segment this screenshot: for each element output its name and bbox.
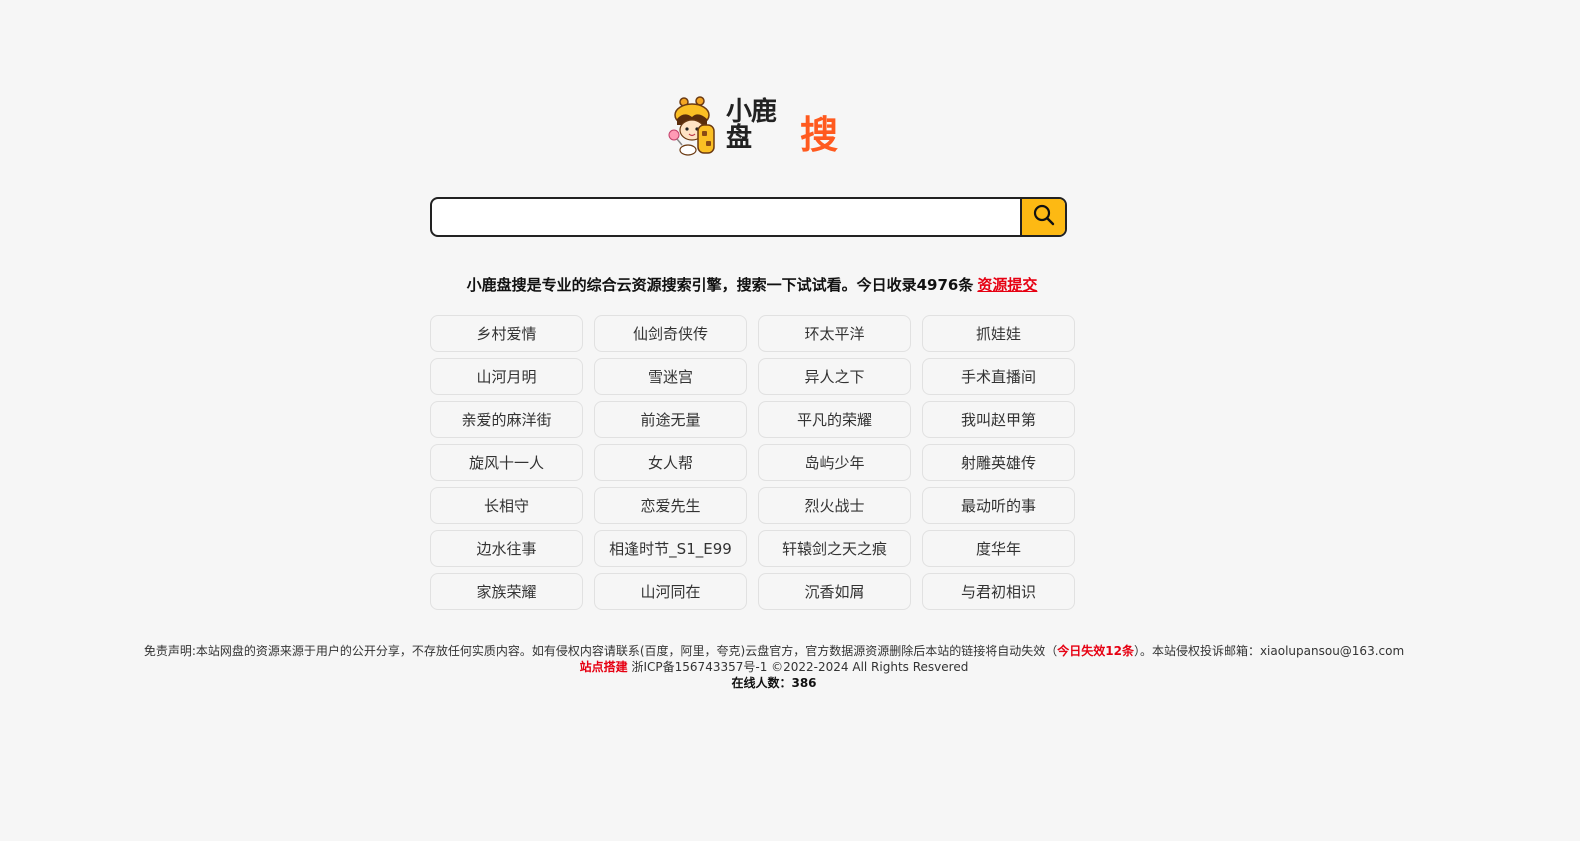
site-tagline: 小鹿盘搜是专业的综合云资源搜索引擎，搜索一下试试看。今日收录4976条 资源提交	[0, 274, 1504, 295]
hot-keyword[interactable]: 异人之下	[758, 358, 911, 395]
hot-keyword[interactable]: 沉香如屑	[758, 573, 911, 610]
hot-keyword[interactable]: 射雕英雄传	[922, 444, 1075, 481]
hot-keyword[interactable]: 相逢时节_S1_E99	[594, 530, 747, 567]
hot-keyword[interactable]: 与君初相识	[922, 573, 1075, 610]
hot-keyword[interactable]: 度华年	[922, 530, 1075, 567]
logo-text-big: 搜	[799, 112, 838, 157]
disclaimer-line: 免责声明:本站网盘的资源来源于用户的公开分享，不存放任何实质内容。如有侵权内容请…	[0, 643, 1548, 659]
hot-keyword[interactable]: 岛屿少年	[758, 444, 911, 481]
hot-keyword[interactable]: 乡村爱情	[430, 315, 583, 352]
site-logo[interactable]: 小鹿盘 搜	[668, 94, 838, 158]
hot-keyword[interactable]: 雪迷宫	[594, 358, 747, 395]
disclaimer-suffix: ）。本站侵权投诉邮箱：xiaolupansou@163.com	[1133, 644, 1405, 658]
tagline-text: 小鹿盘搜是专业的综合云资源搜索引擎，搜索一下试试看。今日收录4976条	[466, 276, 974, 294]
giraffe-mascot-icon	[668, 95, 724, 157]
hot-keyword[interactable]: 抓娃娃	[922, 315, 1075, 352]
page: 小鹿盘 搜 小鹿盘搜是专业的综合云资源搜索引擎，搜索一下试试看。今日收录4976…	[0, 0, 1580, 841]
icp-copyright: 浙ICP备156743357号-1 ©2022-2024 All Rights …	[631, 660, 969, 674]
search-input[interactable]	[432, 199, 1020, 235]
expired-today-count: 今日失效12条	[1057, 644, 1134, 658]
disclaimer-prefix: 免责声明:本站网盘的资源来源于用户的公开分享，不存放任何实质内容。如有侵权内容请…	[143, 644, 1058, 658]
hot-keyword[interactable]: 最动听的事	[922, 487, 1075, 524]
site-footer: 免责声明:本站网盘的资源来源于用户的公开分享，不存放任何实质内容。如有侵权内容请…	[0, 643, 1548, 691]
hot-keyword[interactable]: 前途无量	[594, 401, 747, 438]
hot-keyword[interactable]: 恋爱先生	[594, 487, 747, 524]
copyright-line: 站点搭建 浙ICP备156743357号-1 ©2022-2024 All Ri…	[0, 659, 1548, 675]
hot-keywords-grid: 乡村爱情 仙剑奇侠传 环太平洋 抓娃娃 山河月明 雪迷宫 异人之下 手术直播间 …	[430, 315, 1076, 610]
search-button[interactable]	[1020, 199, 1065, 235]
resource-submit-link[interactable]: 资源提交	[977, 276, 1037, 294]
hot-keyword[interactable]: 旋风十一人	[430, 444, 583, 481]
hot-keyword[interactable]: 平凡的荣耀	[758, 401, 911, 438]
hot-keyword[interactable]: 环太平洋	[758, 315, 911, 352]
logo-text-small: 小鹿盘	[726, 96, 777, 153]
hot-keyword[interactable]: 山河月明	[430, 358, 583, 395]
logo-wordmark: 小鹿盘 搜	[726, 99, 838, 154]
hot-keyword[interactable]: 轩辕剑之天之痕	[758, 530, 911, 567]
hot-keyword[interactable]: 边水往事	[430, 530, 583, 567]
hot-keyword[interactable]: 亲爱的麻洋街	[430, 401, 583, 438]
hot-keyword[interactable]: 烈火战士	[758, 487, 911, 524]
hot-keyword[interactable]: 仙剑奇侠传	[594, 315, 747, 352]
hot-keyword[interactable]: 家族荣耀	[430, 573, 583, 610]
hot-keyword[interactable]: 手术直播间	[922, 358, 1075, 395]
hot-keyword[interactable]: 我叫赵甲第	[922, 401, 1075, 438]
online-count: 在线人数：386	[731, 676, 817, 690]
site-build-link[interactable]: 站点搭建	[580, 660, 628, 674]
search-icon	[1033, 204, 1055, 230]
hot-keyword[interactable]: 山河同在	[594, 573, 747, 610]
search-bar	[430, 197, 1067, 237]
hot-keyword[interactable]: 长相守	[430, 487, 583, 524]
hot-keyword[interactable]: 女人帮	[594, 444, 747, 481]
